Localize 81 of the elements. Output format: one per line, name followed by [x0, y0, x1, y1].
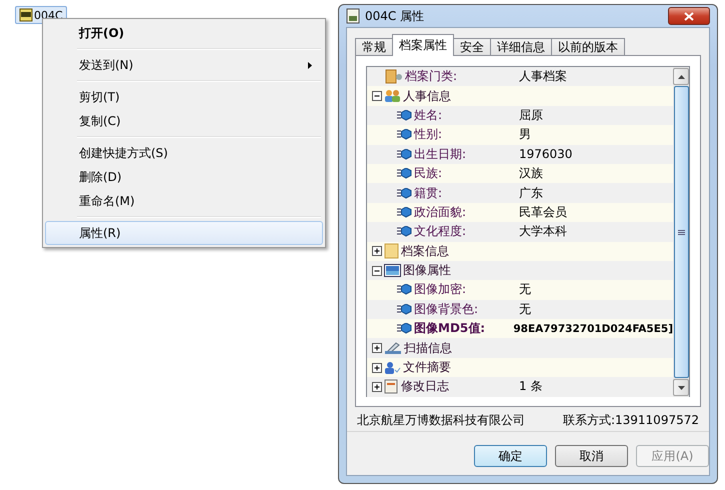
property-icon	[397, 206, 412, 218]
document-icon	[346, 8, 360, 24]
property-label: 图像MD5值:	[414, 320, 486, 338]
scroll-thumb[interactable]	[674, 86, 688, 378]
property-icon	[397, 284, 412, 296]
menu-item[interactable]: 复制(C)	[45, 109, 323, 133]
tab[interactable]: 常规	[355, 38, 393, 56]
property-value: 男	[519, 126, 531, 144]
scanner-icon	[384, 341, 402, 356]
property-icon	[397, 226, 412, 238]
property-label: 姓名:	[414, 106, 442, 124]
image-icon	[384, 264, 401, 278]
property-label: 性别:	[414, 126, 442, 144]
property-value: 1 条	[519, 378, 542, 396]
grip-icon	[678, 230, 684, 234]
collapse-toggle[interactable]	[372, 266, 382, 276]
tab[interactable]: 安全	[453, 38, 491, 56]
group-label: 修改日志	[401, 378, 449, 396]
folder-icon	[385, 69, 403, 84]
property-value: 汉族	[519, 165, 543, 182]
property-icon	[397, 323, 412, 334]
tab[interactable]: 以前的版本	[551, 38, 625, 56]
menu-item[interactable]: 属性(R)	[45, 221, 323, 245]
property-value: 无	[519, 281, 531, 298]
image-file-icon	[19, 8, 33, 22]
window-title: 004C 属性	[365, 8, 426, 24]
menu-item[interactable]: 剪切(T)	[45, 85, 323, 109]
dialog-button[interactable]: 取消	[555, 445, 628, 467]
close-icon	[684, 12, 694, 20]
expand-toggle[interactable]	[372, 343, 382, 354]
menu-item[interactable]: 打开(O)	[45, 21, 323, 45]
property-icon	[397, 188, 412, 199]
group-label: 人事信息	[403, 88, 451, 105]
property-value: 98EA79732701D024FA5E5]	[513, 322, 673, 335]
property-value: 屈原	[519, 106, 543, 124]
property-label: 图像背景色:	[414, 300, 478, 318]
scroll-up-button[interactable]	[673, 68, 689, 85]
property-label: 文化程度:	[414, 223, 466, 240]
people-icon	[384, 89, 401, 104]
menu-item[interactable]: 重命名(M)	[45, 189, 323, 213]
close-button[interactable]	[668, 7, 710, 25]
property-icon	[397, 148, 412, 160]
menu-item[interactable]: 创建快捷方式(S)	[45, 141, 323, 165]
group-label: 档案信息	[401, 242, 449, 260]
tab[interactable]: 详细信息	[490, 38, 552, 56]
scroll-down-button[interactable]	[673, 379, 689, 396]
down-arrow-icon	[678, 386, 684, 390]
expand-toggle[interactable]	[372, 246, 382, 256]
menu-item[interactable]: 发送到(N)	[45, 53, 323, 77]
property-label: 图像加密:	[414, 281, 466, 298]
property-value: 民革会员	[519, 204, 567, 221]
property-value: 1976030	[519, 147, 572, 162]
folder-icon	[384, 243, 399, 260]
property-icon	[397, 304, 412, 315]
up-arrow-icon	[678, 74, 684, 78]
property-label: 籍贯:	[414, 184, 442, 202]
property-icon	[397, 110, 412, 121]
property-label: 出生日期:	[414, 146, 466, 163]
expand-toggle[interactable]	[372, 362, 382, 373]
menu-item[interactable]: 删除(D)	[45, 165, 323, 189]
group-label: 扫描信息	[404, 340, 452, 357]
property-label: 民族:	[414, 165, 442, 182]
property-label: 政治面貌:	[414, 204, 466, 221]
property-label: 档案门类:	[405, 68, 458, 86]
expand-toggle[interactable]	[372, 382, 382, 392]
group-label: 图像属性	[403, 262, 451, 280]
property-icon	[397, 168, 412, 180]
person-icon	[384, 360, 401, 375]
property-value: 无	[519, 300, 531, 318]
tab[interactable]: 档案属性	[392, 34, 454, 56]
scrollbar[interactable]	[673, 67, 689, 397]
property-icon	[397, 129, 412, 140]
property-value: 广东	[519, 184, 543, 202]
collapse-toggle[interactable]	[372, 91, 382, 102]
dialog-button[interactable]: 确定	[474, 445, 547, 467]
group-label: 文件摘要	[403, 359, 451, 376]
company-name: 北京航星万博数据科技有限公司	[357, 412, 525, 428]
submenu-arrow-icon	[308, 62, 312, 68]
contact-info: 联系方式:13911097572	[562, 412, 699, 428]
property-value: 人事档案	[519, 68, 567, 86]
property-value: 大学本科	[519, 223, 567, 240]
